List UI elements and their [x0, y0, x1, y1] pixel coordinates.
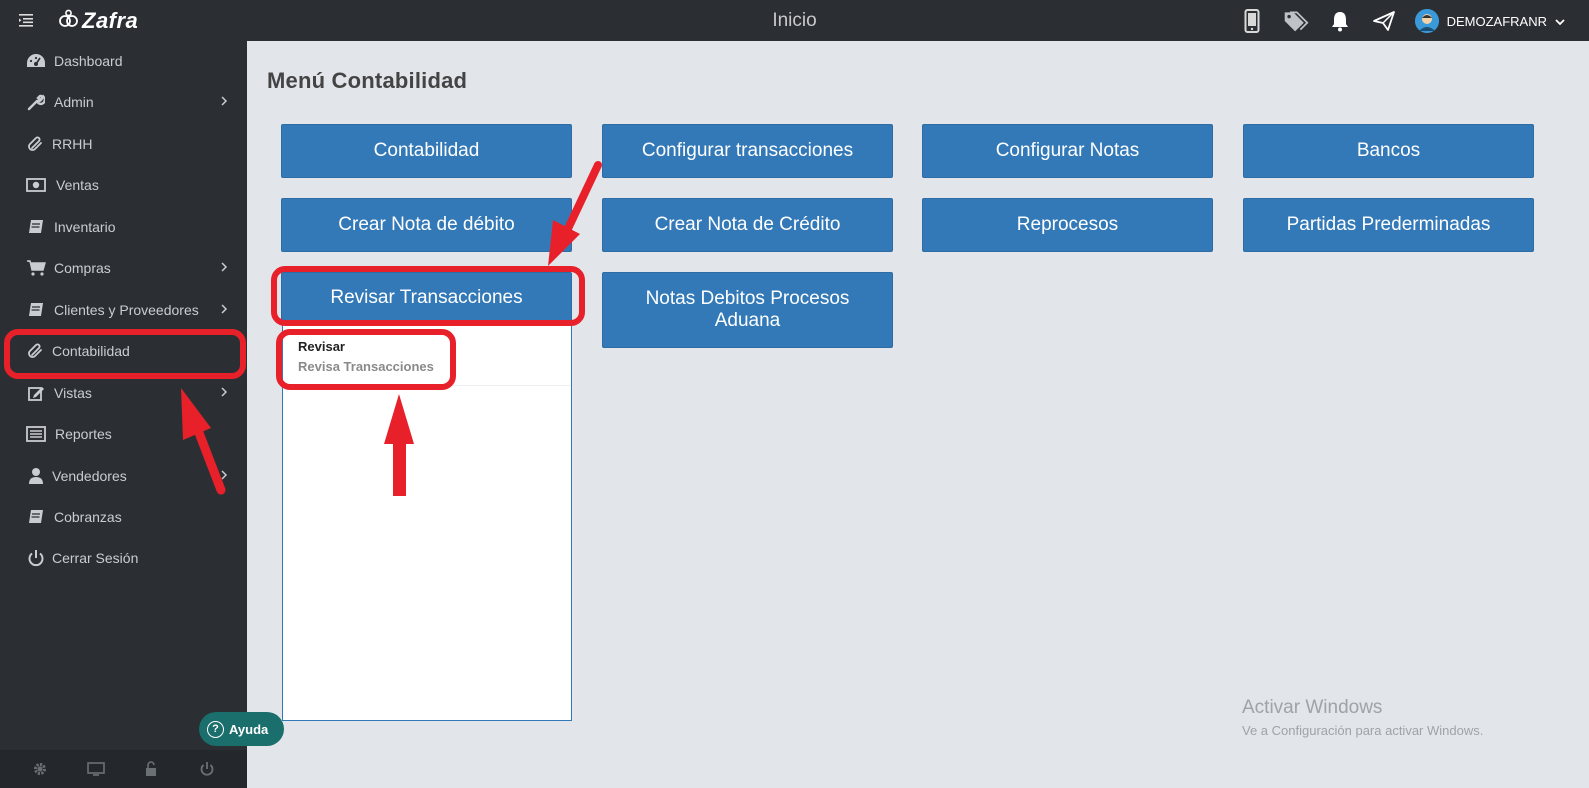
- windows-activation-watermark: Activar Windows Ve a Configuración para …: [1242, 697, 1483, 738]
- configurar-transacciones-button[interactable]: Configurar transacciones: [602, 124, 893, 178]
- revisar-dropdown: Revisar Revisa Transacciones: [282, 322, 572, 721]
- logo[interactable]: Zafra: [58, 8, 139, 34]
- dropdown-item-title: Revisar: [298, 339, 345, 354]
- user-icon: [26, 466, 46, 486]
- sidebar-item-label: Vendedores: [52, 468, 127, 484]
- sidebar-item-contabilidad[interactable]: Contabilidad: [0, 331, 247, 371]
- sidebar-item-label: Clientes y Proveedores: [54, 302, 199, 318]
- partidas-prederminadas-button[interactable]: Partidas Prederminadas: [1243, 198, 1534, 252]
- sidebar-item-label: Ventas: [56, 177, 99, 193]
- gear-icon[interactable]: [31, 760, 49, 778]
- contabilidad-button[interactable]: Contabilidad: [281, 124, 572, 178]
- sidebar-item-rrhh[interactable]: RRHH: [0, 124, 247, 164]
- page-title: Menú Contabilidad: [267, 68, 468, 93]
- dropdown-item-subtitle: Revisa Transacciones: [298, 359, 434, 374]
- sidebar-item-cobranzas[interactable]: Cobranzas: [0, 497, 247, 537]
- chevron-right-icon: [220, 302, 230, 316]
- revisar-transacciones-button[interactable]: Revisar Transacciones: [281, 272, 572, 324]
- bell-icon[interactable]: [1327, 8, 1353, 34]
- sidebar-item-label: RRHH: [52, 136, 93, 152]
- paperclip-icon: [26, 134, 46, 154]
- sidebar-item-compras[interactable]: Compras: [0, 248, 247, 288]
- chevron-right-icon: [220, 385, 230, 399]
- watermark-line2: Ve a Configuración para activar Windows.: [1242, 723, 1484, 738]
- power-icon: [26, 548, 46, 568]
- edit-icon: [26, 383, 46, 403]
- paper-plane-icon[interactable]: [1371, 8, 1397, 34]
- sidebar-item-label: Reportes: [55, 426, 112, 442]
- dropdown-item-revisar[interactable]: Revisar Revisa Transacciones: [283, 323, 571, 386]
- notas-debitos-procesos-aduana-button[interactable]: Notas Debitos Procesos Aduana: [602, 272, 893, 348]
- sidebar-item-label: Inventario: [54, 219, 116, 235]
- logo-icon: [58, 9, 80, 34]
- crear-nota-debito-button[interactable]: Crear Nota de débito: [281, 198, 572, 252]
- list-icon: [26, 424, 46, 444]
- menu-toggle-icon[interactable]: [18, 11, 36, 29]
- money-icon: [26, 175, 46, 195]
- sidebar-item-vistas[interactable]: Vistas: [0, 373, 247, 413]
- sidebar-footer: [0, 750, 247, 788]
- username: DEMOZAFRANR: [1446, 13, 1547, 29]
- help-button[interactable]: ? Ayuda: [199, 712, 284, 746]
- book-icon: [26, 507, 46, 527]
- reprocesos-button[interactable]: Reprocesos: [922, 198, 1213, 252]
- sidebar-item-ventas[interactable]: Ventas: [0, 165, 247, 205]
- watermark-line1: Activar Windows: [1242, 697, 1383, 718]
- mobile-icon[interactable]: [1239, 8, 1265, 34]
- sidebar-item-vendedores[interactable]: Vendedores: [0, 456, 247, 496]
- book-icon: [26, 217, 46, 237]
- chevron-right-icon: [220, 260, 230, 274]
- paperclip-icon: [26, 341, 46, 361]
- sidebar-item-label: Cerrar Sesión: [52, 550, 139, 566]
- avatar: [1414, 9, 1439, 33]
- sidebar-item-label: Vistas: [54, 385, 92, 401]
- chevron-right-icon: [220, 94, 230, 108]
- screen-icon[interactable]: [86, 760, 105, 778]
- sidebar-item-clientes-proveedores[interactable]: Clientes y Proveedores: [0, 290, 247, 330]
- sidebar-item-label: Contabilidad: [52, 343, 130, 359]
- dashboard-icon: [26, 51, 46, 71]
- chevron-down-icon: [1555, 14, 1565, 29]
- sidebar-item-dashboard[interactable]: Dashboard: [0, 41, 247, 81]
- sidebar: Dashboard Admin RRHH Ventas Inventario C…: [0, 41, 247, 788]
- chevron-right-icon: [220, 468, 230, 482]
- user-menu[interactable]: DEMOZAFRANR: [1414, 9, 1565, 33]
- power-icon[interactable]: [198, 760, 216, 778]
- help-label: Ayuda: [229, 721, 269, 737]
- sidebar-item-admin[interactable]: Admin: [0, 82, 247, 122]
- bancos-button[interactable]: Bancos: [1243, 124, 1534, 178]
- sidebar-item-label: Dashboard: [54, 53, 123, 69]
- book-icon: [26, 300, 46, 320]
- sidebar-item-reportes[interactable]: Reportes: [0, 414, 247, 454]
- lock-icon[interactable]: [142, 760, 160, 778]
- question-icon: ?: [207, 720, 224, 738]
- tags-icon[interactable]: [1283, 8, 1309, 34]
- sidebar-item-label: Compras: [54, 260, 111, 276]
- crear-nota-credito-button[interactable]: Crear Nota de Crédito: [602, 198, 893, 252]
- sidebar-item-label: Admin: [54, 94, 94, 110]
- sidebar-item-inventario[interactable]: Inventario: [0, 207, 247, 247]
- configurar-notas-button[interactable]: Configurar Notas: [922, 124, 1213, 178]
- cart-icon: [26, 258, 46, 278]
- logo-text: Zafra: [82, 8, 139, 33]
- top-bar: Zafra Inicio DEMOZAFRANR: [0, 0, 1589, 41]
- sidebar-item-label: Cobranzas: [54, 509, 122, 525]
- wrench-icon: [26, 92, 46, 112]
- sidebar-item-cerrar-sesion[interactable]: Cerrar Sesión: [0, 538, 247, 578]
